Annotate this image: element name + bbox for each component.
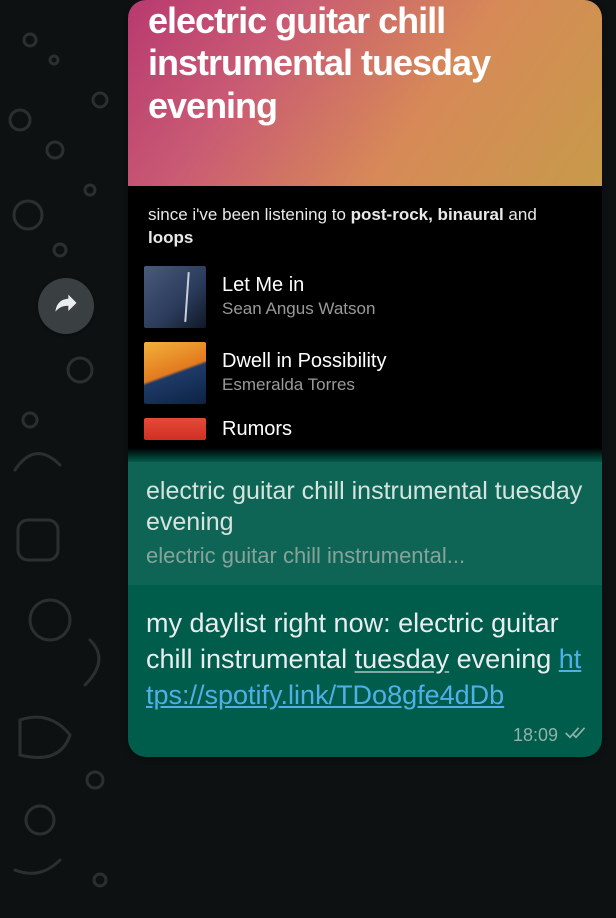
outgoing-message-bubble: electric guitar chill instrumental tuesd… [128, 0, 602, 757]
preview-track-list: Let Me in Sean Angus Watson Dwell in Pos… [128, 260, 602, 440]
track-title: Let Me in [222, 274, 375, 297]
album-art [144, 418, 206, 440]
link-preview-subtitle: electric guitar chill instrumental... [146, 543, 584, 569]
track-artist: Esmeralda Torres [222, 375, 387, 395]
message-time: 18:09 [513, 725, 558, 746]
album-art [144, 342, 206, 404]
album-art [144, 266, 206, 328]
list-item: Rumors [144, 418, 586, 440]
list-item: Dwell in Possibility Esmeralda Torres [144, 342, 586, 404]
double-check-icon [564, 724, 588, 747]
track-artist: Sean Angus Watson [222, 299, 375, 319]
track-title: Rumors [222, 418, 292, 440]
forward-icon [52, 290, 80, 323]
link-preview-card[interactable]: electric guitar chill instrumental tuesd… [128, 462, 602, 585]
preview-hero-title: electric guitar chill instrumental tuesd… [148, 0, 582, 127]
list-item: Let Me in Sean Angus Watson [144, 266, 586, 328]
forward-button[interactable] [38, 278, 94, 334]
link-preview-title: electric guitar chill instrumental tuesd… [146, 476, 584, 539]
preview-subtitle: since i've been listening to post-rock, … [128, 186, 602, 260]
message-meta: 18:09 [128, 724, 602, 757]
message-text: my daylist right now: electric guitar ch… [128, 585, 602, 724]
track-title: Dwell in Possibility [222, 350, 387, 373]
link-preview-image[interactable]: electric guitar chill instrumental tuesd… [128, 0, 602, 462]
